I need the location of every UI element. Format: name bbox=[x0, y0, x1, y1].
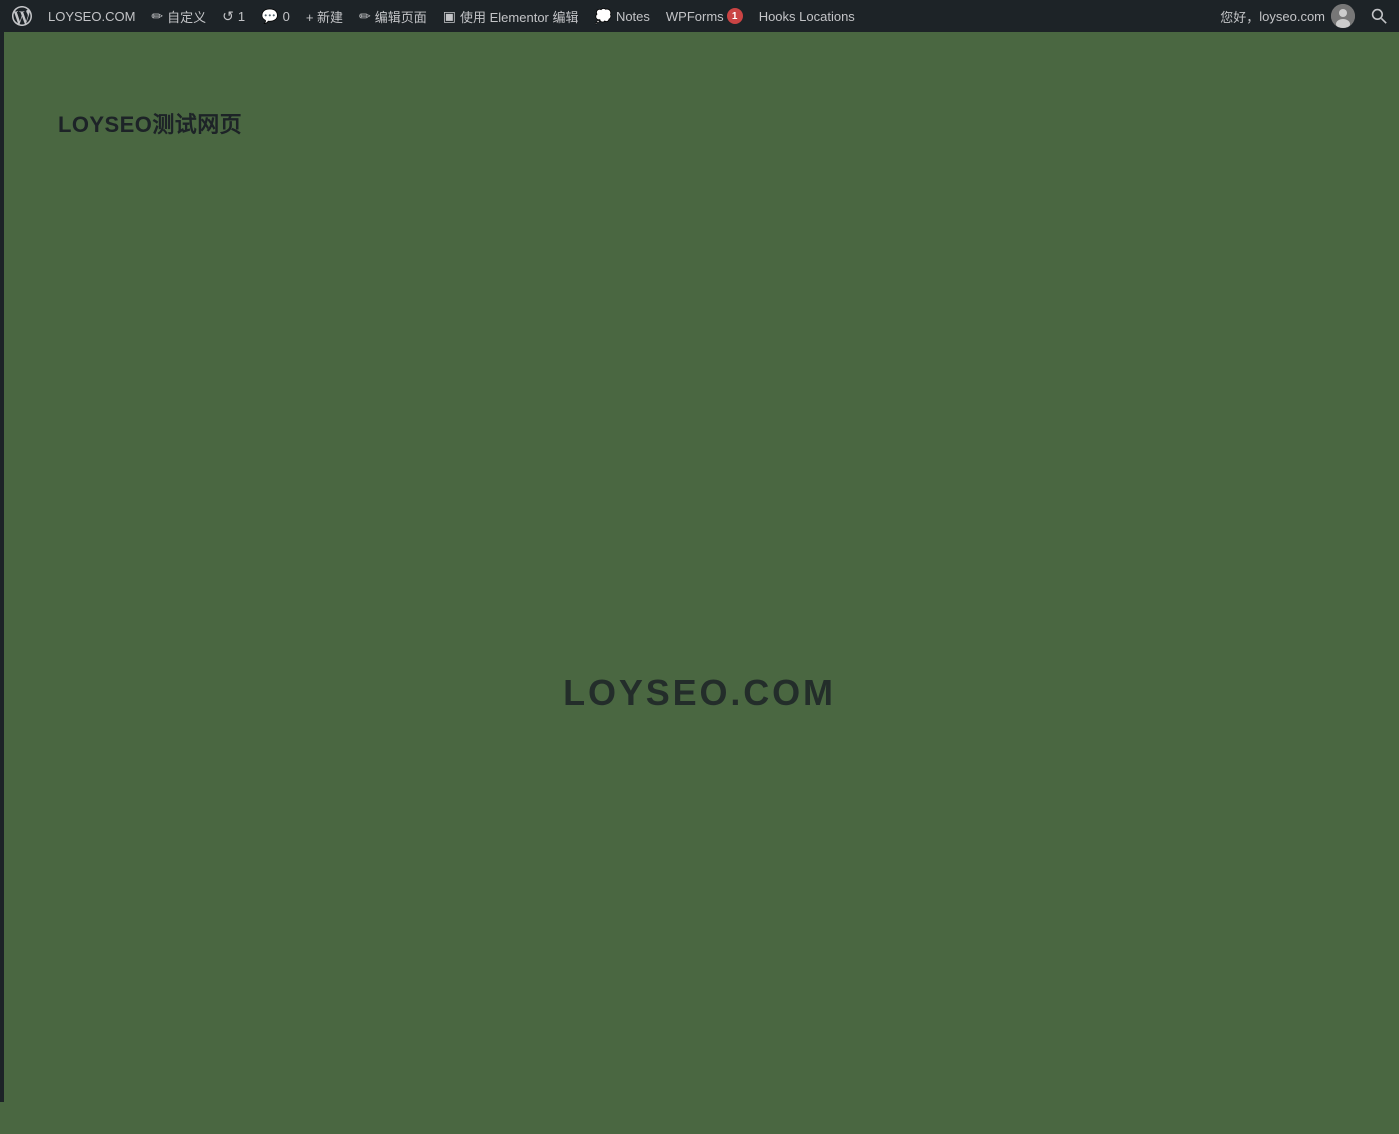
wpforms-label: WPForms bbox=[666, 9, 724, 24]
avatar bbox=[1331, 4, 1355, 28]
hooks-label: Hooks Locations bbox=[759, 9, 855, 24]
site-watermark: LOYSEO.COM bbox=[563, 672, 836, 714]
user-greeting[interactable]: 您好， loyseo.com bbox=[1212, 0, 1363, 32]
updates-count: 1 bbox=[238, 9, 245, 24]
page-content: LOYSEO测试网页 LOYSEO.COM bbox=[0, 32, 1399, 1102]
site-name-label: LOYSEO.COM bbox=[48, 9, 135, 24]
customize-icon: ✏ bbox=[151, 8, 163, 25]
elementor-label: 使用 Elementor 编辑 bbox=[460, 7, 578, 26]
edit-page-label: 编辑页面 bbox=[375, 7, 427, 26]
notes-icon: 💭 bbox=[595, 8, 612, 25]
edit-icon: ✏ bbox=[359, 8, 371, 25]
comments-icon: 💬 bbox=[261, 8, 278, 25]
username-text: loyseo.com bbox=[1259, 9, 1325, 24]
comments-button[interactable]: 💬 0 bbox=[253, 0, 298, 32]
edit-page-button[interactable]: ✏ 编辑页面 bbox=[351, 0, 435, 32]
elementor-button[interactable]: ▣ 使用 Elementor 编辑 bbox=[435, 0, 587, 32]
admin-bar: LOYSEO.COM ✏ 自定义 ↺ 1 💬 0 + 新建 ✏ 编辑页面 ▣ 使… bbox=[0, 0, 1399, 32]
notes-button[interactable]: 💭 Notes bbox=[587, 0, 658, 32]
site-name-button[interactable]: LOYSEO.COM bbox=[40, 0, 143, 32]
wpforms-button[interactable]: WPForms 1 bbox=[658, 0, 751, 32]
left-border bbox=[0, 32, 4, 1102]
customize-button[interactable]: ✏ 自定义 bbox=[143, 0, 214, 32]
updates-button[interactable]: ↺ 1 bbox=[214, 0, 253, 32]
wpforms-badge: 1 bbox=[727, 8, 743, 24]
notes-label: Notes bbox=[616, 9, 650, 24]
new-label: + 新建 bbox=[306, 7, 343, 26]
adminbar-right: 您好， loyseo.com bbox=[1212, 0, 1395, 32]
comments-count: 0 bbox=[283, 9, 290, 24]
customize-label: 自定义 bbox=[167, 7, 206, 26]
wp-logo-button[interactable] bbox=[4, 0, 40, 32]
search-button[interactable] bbox=[1363, 8, 1395, 24]
hooks-button[interactable]: Hooks Locations bbox=[751, 0, 863, 32]
greeting-text: 您好， bbox=[1220, 7, 1259, 26]
page-title: LOYSEO测试网页 bbox=[58, 107, 242, 139]
new-button[interactable]: + 新建 bbox=[298, 0, 351, 32]
elementor-icon: ▣ bbox=[443, 8, 456, 25]
updates-icon: ↺ bbox=[222, 8, 234, 25]
